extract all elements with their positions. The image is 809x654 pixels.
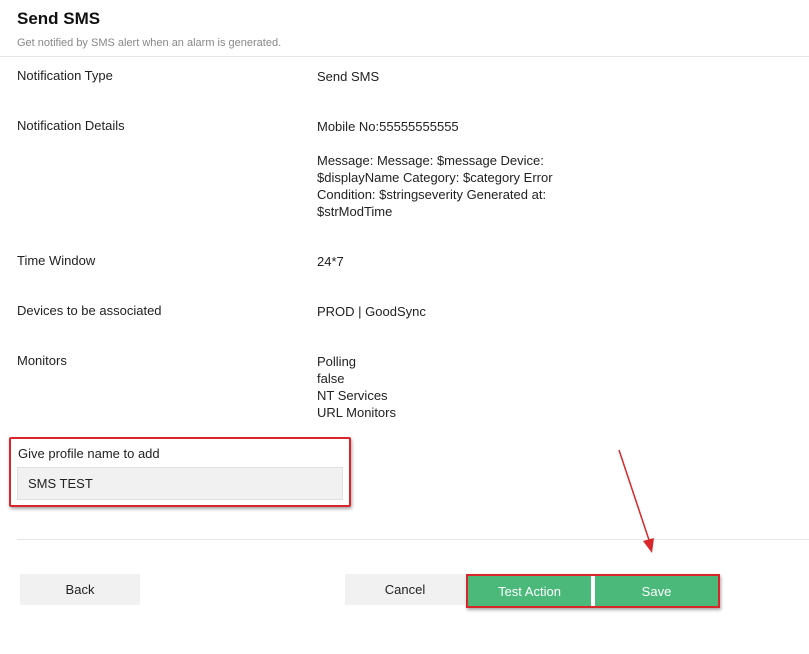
- monitors-label: Monitors: [17, 353, 67, 368]
- devices-value: PROD | GoodSync: [317, 304, 426, 319]
- profile-name-label: Give profile name to add: [18, 446, 160, 461]
- annotation-arrow-icon: [618, 449, 654, 553]
- monitor-item: false: [317, 371, 345, 386]
- page-subtitle: Get notified by SMS alert when an alarm …: [17, 37, 282, 49]
- message-line: Message: Message: $message Device:: [317, 153, 544, 168]
- message-line: Condition: $stringseverity Generated at:: [317, 187, 547, 202]
- time-window-value: 24*7: [317, 254, 344, 269]
- back-button[interactable]: Back: [20, 574, 140, 605]
- mobile-number: Mobile No:55555555555: [317, 119, 459, 134]
- monitor-item: NT Services: [317, 388, 388, 403]
- save-button[interactable]: Save: [595, 576, 718, 606]
- profile-name-highlight: Give profile name to add: [9, 437, 351, 507]
- monitors-list: Polling false NT Services URL Monitors: [317, 353, 396, 421]
- message-line: $strModTime: [317, 204, 393, 219]
- notification-details-label: Notification Details: [17, 118, 125, 133]
- monitor-item: URL Monitors: [317, 405, 396, 420]
- action-buttons-highlight: Test Action Save: [466, 574, 720, 608]
- header-divider: [0, 56, 809, 57]
- cancel-button[interactable]: Cancel: [345, 574, 465, 605]
- test-action-button[interactable]: Test Action: [468, 576, 591, 606]
- notification-type-label: Notification Type: [17, 68, 113, 83]
- profile-name-input[interactable]: [17, 467, 343, 500]
- notification-details-value: Mobile No:55555555555 Message: Message: …: [317, 118, 553, 220]
- monitor-item: Polling: [317, 354, 357, 369]
- time-window-label: Time Window: [17, 253, 96, 268]
- devices-label: Devices to be associated: [17, 303, 162, 318]
- message-line: $displayName Category: $category Error: [317, 170, 553, 185]
- footer-divider: [17, 539, 809, 540]
- notification-type-value: Send SMS: [317, 69, 380, 84]
- page-title: Send SMS: [17, 9, 101, 28]
